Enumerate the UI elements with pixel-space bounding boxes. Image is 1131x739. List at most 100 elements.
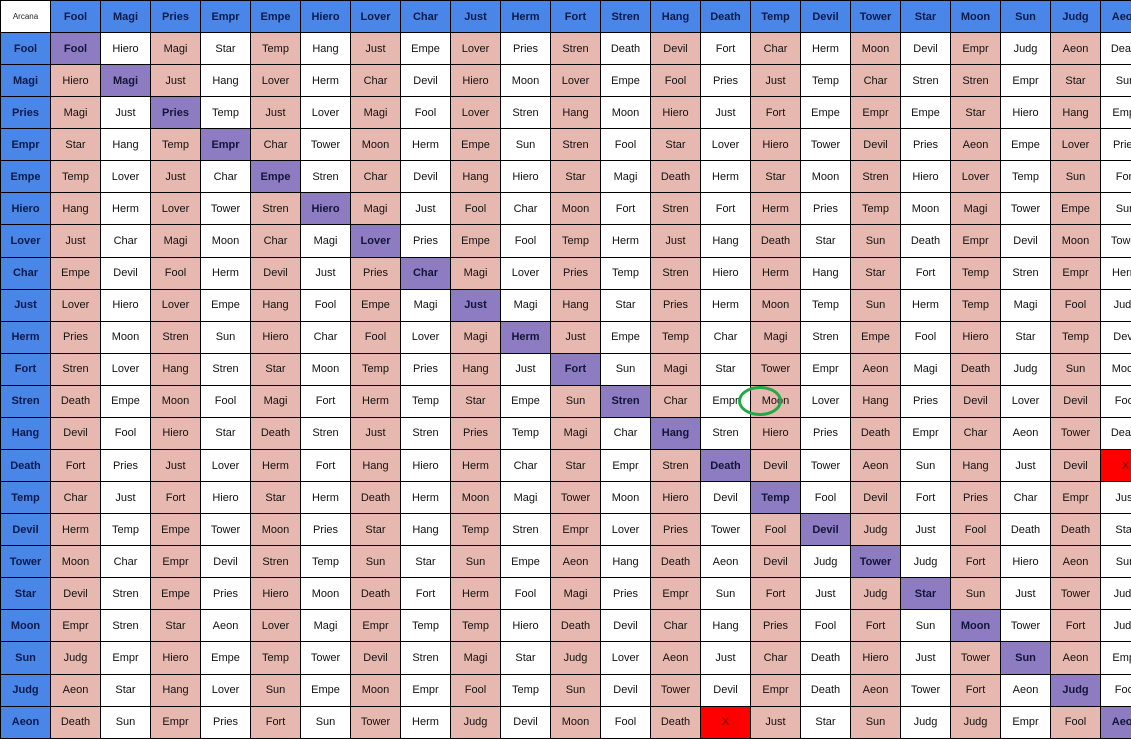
- grid-cell[interactable]: Magi: [400, 288, 451, 322]
- row-header-sun[interactable]: Sun: [0, 641, 51, 675]
- grid-cell[interactable]: Herm: [700, 160, 751, 194]
- grid-cell[interactable]: Aeon: [550, 545, 601, 579]
- diagonal-cell[interactable]: Devil: [800, 513, 851, 547]
- grid-cell[interactable]: Fool: [650, 64, 701, 98]
- grid-cell[interactable]: Sun: [500, 128, 551, 162]
- grid-cell[interactable]: Star: [550, 160, 601, 194]
- grid-cell[interactable]: Char: [700, 320, 751, 354]
- grid-cell[interactable]: Lover: [200, 673, 251, 707]
- row-header-hiero[interactable]: Hiero: [0, 192, 51, 226]
- grid-cell[interactable]: Stren: [700, 416, 751, 451]
- grid-cell[interactable]: Tower: [900, 673, 951, 707]
- grid-cell[interactable]: Star: [600, 288, 651, 322]
- grid-cell[interactable]: Just: [150, 64, 201, 98]
- grid-cell[interactable]: Moon: [1100, 352, 1131, 386]
- grid-cell[interactable]: Lover: [1000, 384, 1051, 418]
- grid-cell[interactable]: Stren: [1000, 256, 1051, 290]
- grid-cell[interactable]: Fool: [1050, 705, 1101, 739]
- grid-cell[interactable]: Devil: [1050, 449, 1101, 483]
- grid-cell[interactable]: Fort: [600, 192, 651, 226]
- row-header-fool[interactable]: Fool: [0, 31, 51, 66]
- grid-cell[interactable]: Hiero: [100, 31, 151, 66]
- grid-cell[interactable]: Devil: [350, 641, 401, 675]
- grid-cell[interactable]: Just: [100, 481, 151, 515]
- row-header-herm[interactable]: Herm: [0, 320, 51, 354]
- grid-cell[interactable]: Hiero: [1000, 545, 1051, 579]
- grid-cell[interactable]: Pries: [650, 288, 701, 322]
- grid-cell[interactable]: Empr: [550, 513, 601, 547]
- grid-cell[interactable]: Death: [1100, 31, 1131, 66]
- grid-cell[interactable]: Judg: [1000, 352, 1051, 386]
- grid-cell[interactable]: Herm: [1100, 256, 1131, 290]
- grid-cell[interactable]: Empe: [200, 288, 251, 322]
- column-header-hang[interactable]: Hang: [650, 0, 701, 33]
- grid-cell[interactable]: Magi: [600, 160, 651, 194]
- grid-cell[interactable]: Stren: [850, 160, 901, 194]
- grid-cell[interactable]: Pries: [400, 224, 451, 258]
- grid-cell[interactable]: Fool: [150, 256, 201, 290]
- grid-cell[interactable]: Judg: [900, 545, 951, 579]
- grid-cell[interactable]: Sun: [100, 705, 151, 739]
- grid-cell[interactable]: Sun: [200, 320, 251, 354]
- grid-cell[interactable]: Moon: [450, 481, 501, 515]
- column-header-herm[interactable]: Herm: [500, 0, 551, 33]
- grid-cell[interactable]: Devil: [650, 31, 701, 66]
- grid-cell[interactable]: Herm: [750, 192, 801, 226]
- grid-cell[interactable]: Lover: [600, 641, 651, 675]
- grid-cell[interactable]: Just: [350, 31, 401, 66]
- grid-cell[interactable]: Aeon: [650, 641, 701, 675]
- grid-cell[interactable]: Stren: [650, 449, 701, 483]
- grid-cell[interactable]: Judg: [450, 705, 501, 739]
- grid-cell[interactable]: Lover: [250, 609, 301, 643]
- grid-cell[interactable]: Hang: [450, 352, 501, 386]
- grid-cell[interactable]: Empe: [450, 128, 501, 162]
- grid-cell[interactable]: Pries: [900, 384, 951, 418]
- grid-cell[interactable]: Tower: [650, 673, 701, 707]
- grid-cell[interactable]: Lover: [150, 288, 201, 322]
- grid-cell[interactable]: Moon: [750, 384, 801, 418]
- grid-cell[interactable]: Hiero: [650, 481, 701, 515]
- grid-cell[interactable]: Char: [300, 320, 351, 354]
- grid-cell[interactable]: Just: [900, 513, 951, 547]
- grid-cell[interactable]: Pries: [800, 416, 851, 451]
- grid-cell[interactable]: Empr: [600, 449, 651, 483]
- grid-cell[interactable]: Empr: [850, 96, 901, 130]
- grid-cell[interactable]: Fool: [900, 320, 951, 354]
- grid-cell[interactable]: Devil: [200, 545, 251, 579]
- grid-cell[interactable]: Moon: [200, 224, 251, 258]
- grid-cell[interactable]: Tower: [350, 705, 401, 739]
- grid-cell[interactable]: Death: [350, 481, 401, 515]
- grid-cell[interactable]: Moon: [900, 192, 951, 226]
- grid-cell[interactable]: Hiero: [150, 641, 201, 675]
- row-header-just[interactable]: Just: [0, 288, 51, 322]
- diagonal-cell[interactable]: Lover: [350, 224, 401, 258]
- grid-cell[interactable]: Aeon: [1000, 673, 1051, 707]
- column-header-star[interactable]: Star: [900, 0, 951, 33]
- grid-cell[interactable]: Death: [900, 224, 951, 258]
- grid-cell[interactable]: Fort: [1100, 160, 1131, 194]
- grid-cell[interactable]: Death: [50, 705, 101, 739]
- row-header-aeon[interactable]: Aeon: [0, 705, 51, 739]
- diagonal-cell[interactable]: Stren: [600, 384, 651, 418]
- grid-cell[interactable]: Stren: [550, 31, 601, 66]
- column-header-sun[interactable]: Sun: [1000, 0, 1051, 33]
- row-header-empe[interactable]: Empe: [0, 160, 51, 194]
- grid-cell[interactable]: Moon: [800, 160, 851, 194]
- grid-cell[interactable]: Herm: [350, 384, 401, 418]
- grid-cell[interactable]: Death: [950, 352, 1001, 386]
- grid-cell[interactable]: Sun: [850, 288, 901, 322]
- grid-cell[interactable]: Aeon: [1000, 416, 1051, 451]
- grid-cell[interactable]: Char: [750, 641, 801, 675]
- grid-cell[interactable]: Temp: [100, 513, 151, 547]
- grid-cell[interactable]: Fool: [1050, 288, 1101, 322]
- grid-cell[interactable]: Hiero: [950, 320, 1001, 354]
- grid-cell[interactable]: Lover: [150, 192, 201, 226]
- grid-cell[interactable]: Char: [500, 192, 551, 226]
- grid-cell[interactable]: Fort: [400, 577, 451, 611]
- grid-cell[interactable]: Hiero: [50, 64, 101, 98]
- grid-cell[interactable]: Char: [650, 609, 701, 643]
- grid-cell[interactable]: Herm: [800, 31, 851, 66]
- grid-cell[interactable]: Empr: [1050, 256, 1101, 290]
- grid-cell[interactable]: Empr: [1000, 705, 1051, 739]
- grid-cell[interactable]: Aeon: [200, 609, 251, 643]
